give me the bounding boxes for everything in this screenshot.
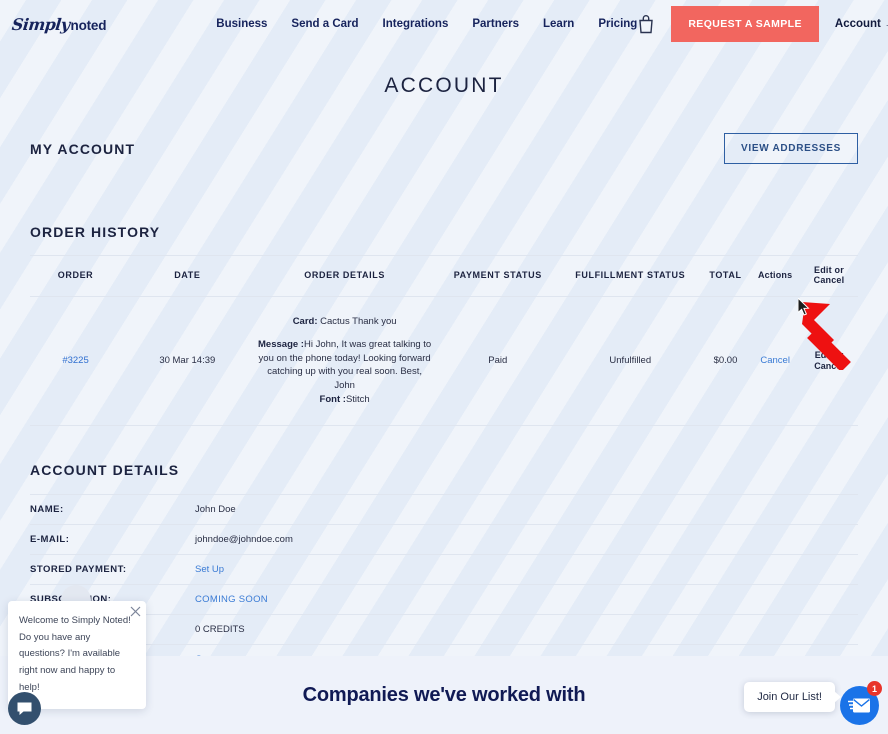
cell-fulfillment-status: Unfulfilled — [559, 296, 701, 426]
order-history-heading: ORDER HISTORY — [30, 224, 161, 240]
cell-edit-or-cancel: Edit or Cancel — [799, 296, 858, 426]
font-value: Stitch — [345, 393, 370, 405]
nav-item-partners[interactable]: Partners — [472, 18, 519, 30]
edit-or-cancel-label: Edit or Cancel — [814, 349, 844, 371]
column-header-order: ORDER — [30, 255, 122, 297]
join-list-unread-badge: 1 — [867, 681, 882, 696]
detail-value-credits: 0 CREDITS — [195, 623, 245, 635]
detail-label-stored-payment: STORED PAYMENT: — [30, 563, 127, 575]
column-header-order-details: ORDER DETAILS — [253, 255, 436, 297]
detail-label-name: NAME: — [30, 503, 64, 515]
detail-value-name: John Doe — [195, 503, 236, 515]
chat-bubble-icon — [17, 702, 32, 715]
cell-order-details: Card: Cactus Thank you Message :Hi John,… — [253, 296, 436, 426]
detail-value-subscription: COMING SOON — [195, 593, 268, 605]
cell-order-number: #3225 — [30, 296, 122, 426]
order-history-table-body: #3225 30 Mar 14:39 Card: Cactus Thank yo… — [30, 296, 858, 426]
logo-bold-text: noted — [70, 17, 107, 33]
account-details-heading: ACCOUNT DETAILS — [30, 461, 180, 478]
request-a-sample-button[interactable]: REQUEST A SAMPLE — [671, 6, 819, 42]
my-account-heading: MY ACCOUNT — [30, 140, 136, 157]
cell-payment-status: Paid — [435, 296, 560, 426]
column-header-actions: Actions — [750, 255, 800, 297]
account-menu-link[interactable]: Account → — [835, 18, 888, 30]
card-label: Card: — [292, 316, 318, 327]
order-detail-font: Font :Stitch — [258, 393, 432, 407]
header-actions: REQUEST A SAMPLE Account → — [637, 6, 888, 42]
order-detail-message: Message :Hi John, It was great talking t… — [258, 338, 432, 407]
site-logo[interactable]: Simply noted — [11, 14, 107, 34]
message-label: Message : — [258, 338, 304, 350]
font-label: Font : — [319, 393, 346, 405]
main-navigation: Business Send a Card Integrations Partne… — [216, 18, 637, 30]
join-our-list-tooltip[interactable]: Join Our List! — [744, 682, 835, 712]
nav-item-send-a-card[interactable]: Send a Card — [291, 18, 358, 30]
nav-item-learn[interactable]: Learn — [543, 18, 574, 30]
order-number-link[interactable]: #3225 — [62, 355, 88, 366]
detail-row-email: E-MAIL: johndoe@johndoe.com — [30, 525, 858, 555]
page-title: ACCOUNT — [384, 74, 504, 97]
detail-value-email: johndoe@johndoe.com — [195, 533, 293, 545]
column-header-fulfillment-status: FULFILLMENT STATUS — [559, 255, 701, 297]
nav-item-integrations[interactable]: Integrations — [383, 18, 449, 30]
view-addresses-button[interactable]: VIEW ADDRESSES — [723, 133, 858, 164]
detail-label-email: E-MAIL: — [30, 533, 70, 545]
set-up-payment-link[interactable]: Set Up — [195, 564, 224, 575]
nav-item-business[interactable]: Business — [216, 18, 267, 30]
logo-script-text: Simply — [11, 14, 71, 34]
site-header: Simply noted Business Send a Card Integra… — [0, 0, 888, 48]
cell-order-date: 30 Mar 14:39 — [121, 296, 254, 426]
order-history-table: ORDER DATE ORDER DETAILS PAYMENT STATUS … — [30, 255, 858, 426]
footer-heading: Companies we've worked with — [302, 683, 586, 706]
detail-row-subscription: SUBSCRIPTION: COMING SOON — [30, 585, 858, 615]
page-root: Simply noted Business Send a Card Integra… — [0, 0, 888, 734]
cell-actions: Cancel — [750, 296, 800, 426]
envelope-icon — [848, 698, 870, 713]
cell-total: $0.00 — [700, 296, 751, 426]
table-row: #3225 30 Mar 14:39 Card: Cactus Thank yo… — [30, 296, 858, 426]
close-icon[interactable] — [130, 606, 141, 617]
column-header-edit-or-cancel: Edit or Cancel — [799, 255, 858, 297]
shopping-bag-icon[interactable] — [637, 14, 655, 34]
detail-row-name: NAME: John Doe — [30, 493, 858, 525]
cancel-order-link[interactable]: Cancel — [760, 355, 790, 366]
chat-launcher-button[interactable] — [8, 692, 41, 725]
nav-item-pricing[interactable]: Pricing — [598, 18, 637, 30]
detail-row-stored-payment: STORED PAYMENT: Set Up — [30, 555, 858, 585]
column-header-date: DATE — [121, 255, 254, 297]
my-account-header-row: MY ACCOUNT VIEW ADDRESSES — [30, 133, 858, 164]
column-header-total: TOTAL — [700, 255, 751, 297]
card-value: Cactus Thank you — [320, 316, 397, 327]
order-history-table-head: ORDER DATE ORDER DETAILS PAYMENT STATUS … — [30, 255, 858, 297]
chat-welcome-message: Welcome to Simply Noted! Do you have any… — [19, 615, 131, 693]
table-header-row: ORDER DATE ORDER DETAILS PAYMENT STATUS … — [30, 255, 858, 297]
detail-row-credits: CREDITS: 0 CREDITS — [30, 615, 858, 645]
order-detail-card: Card: Cactus Thank you — [258, 315, 432, 329]
column-header-payment-status: PAYMENT STATUS — [435, 255, 560, 297]
